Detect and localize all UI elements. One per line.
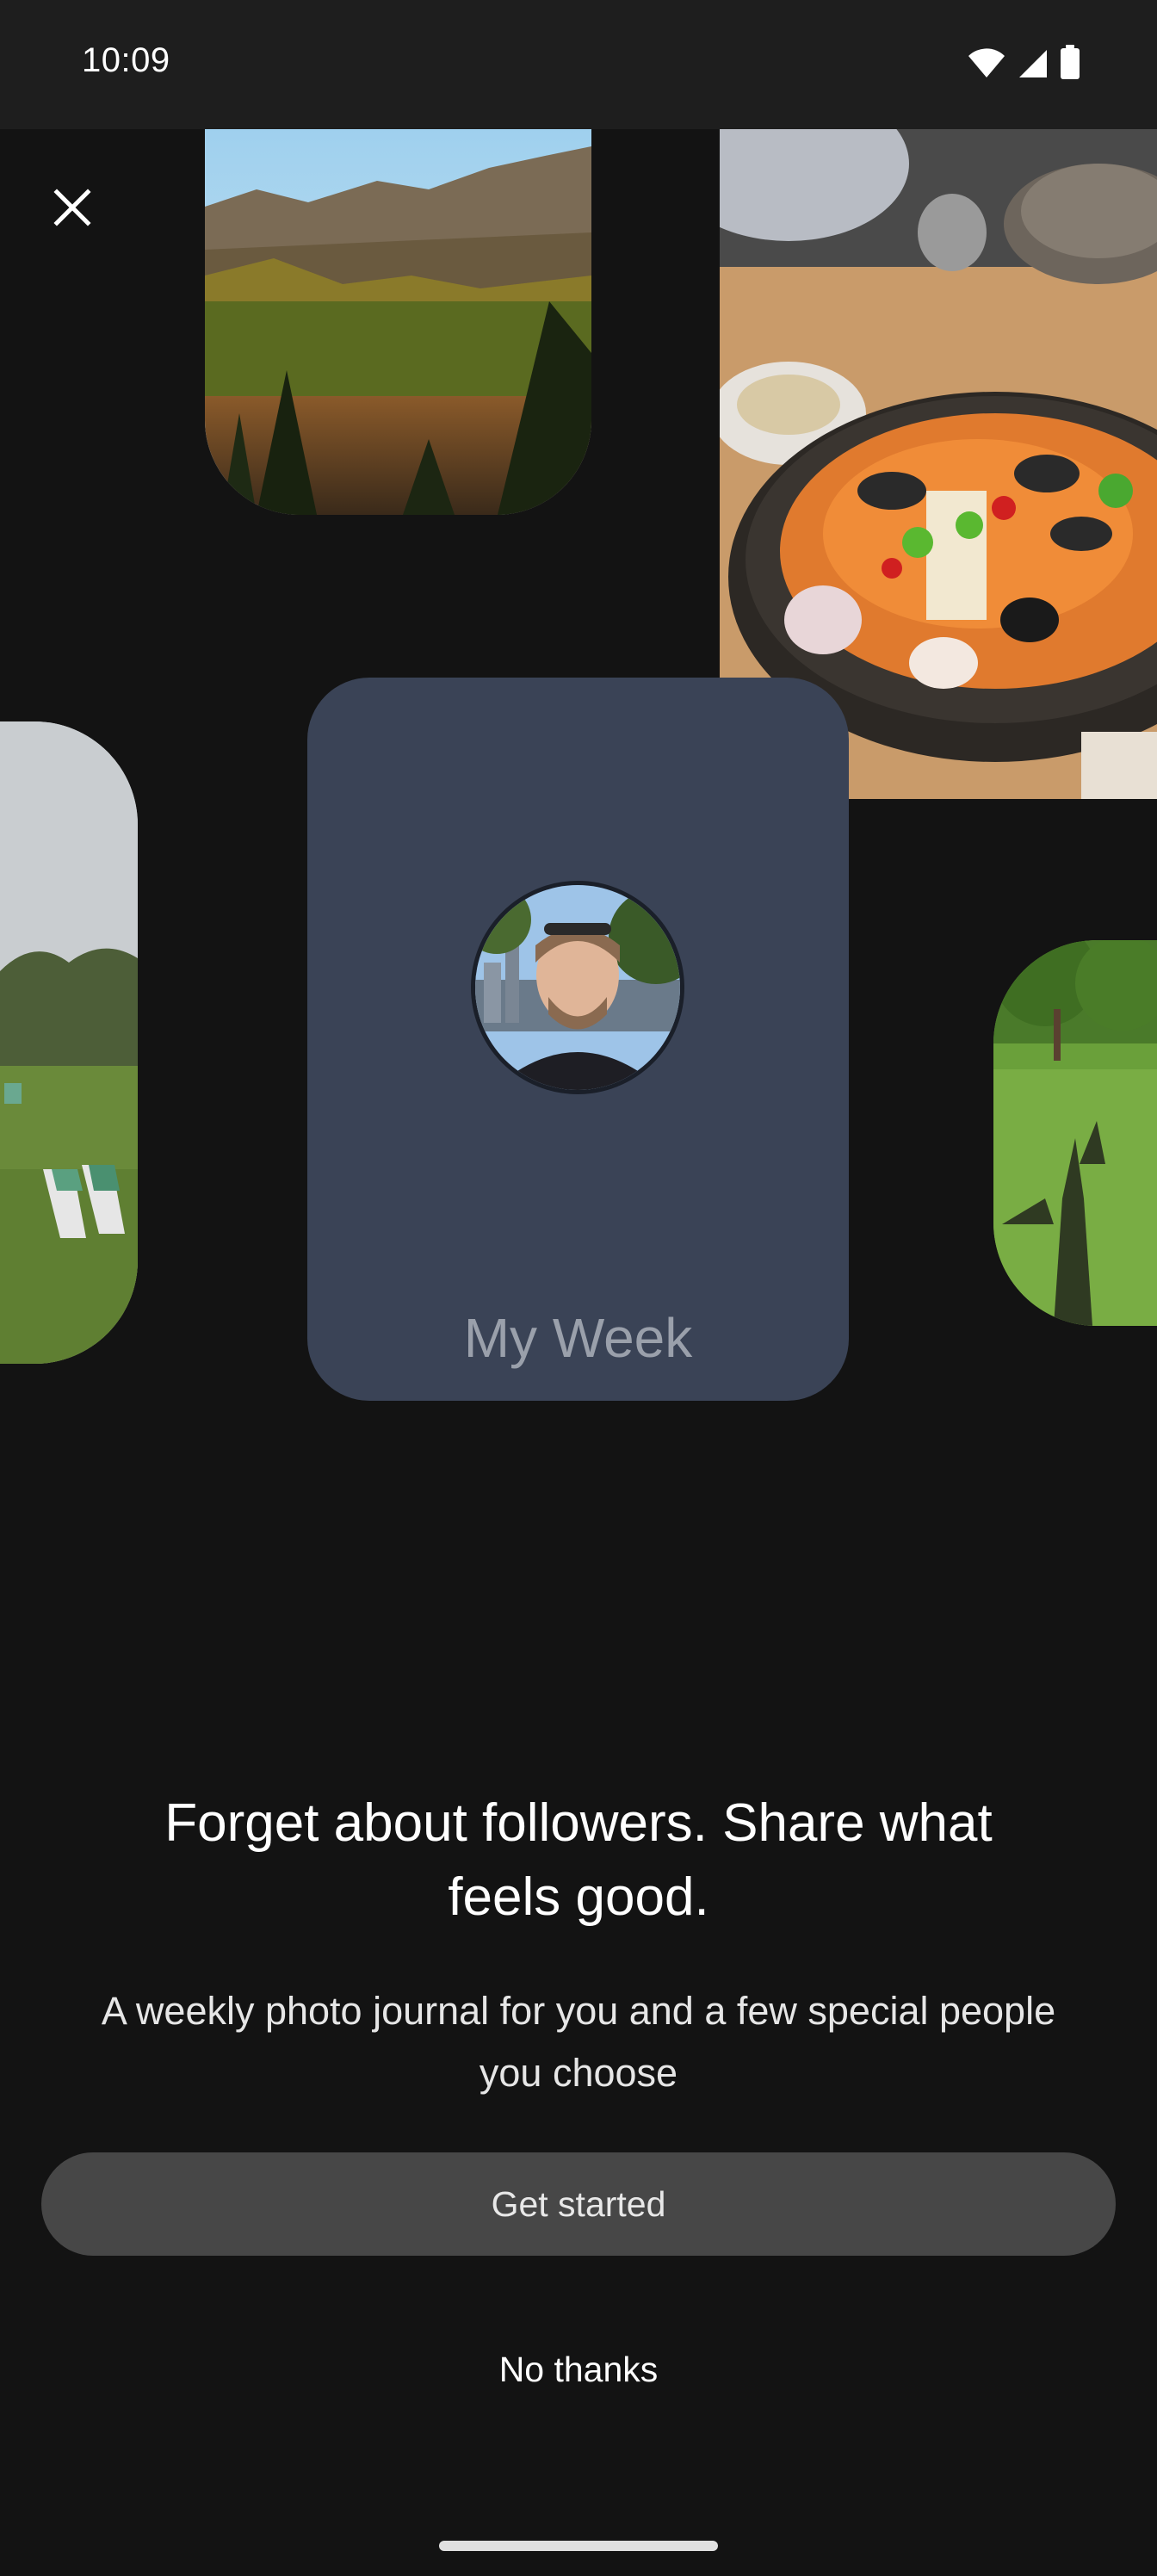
wifi-icon: [968, 48, 1005, 84]
avatar: [471, 881, 684, 1094]
status-bar: 10:09: [0, 0, 1157, 129]
no-thanks-button[interactable]: No thanks: [406, 2335, 751, 2404]
close-button[interactable]: [41, 176, 103, 238]
home-indicator[interactable]: [439, 2541, 718, 2551]
status-icons: [968, 45, 1080, 84]
subtitle: A weekly photo journal for you and a few…: [101, 1989, 1056, 2095]
card-title: My Week: [463, 1307, 693, 1369]
status-time: 10:09: [82, 41, 170, 79]
battery-icon: [1061, 45, 1080, 84]
photo-park: [0, 721, 138, 1364]
close-icon: [53, 189, 91, 226]
my-week-card[interactable]: My Week: [307, 678, 849, 1401]
signal-icon: [1018, 48, 1049, 84]
photo-lake: [205, 129, 591, 515]
get-started-button[interactable]: Get started: [41, 2152, 1116, 2256]
headline: Forget about followers. Share what feels…: [164, 1793, 993, 1927]
photo-shadow: [993, 940, 1157, 1326]
